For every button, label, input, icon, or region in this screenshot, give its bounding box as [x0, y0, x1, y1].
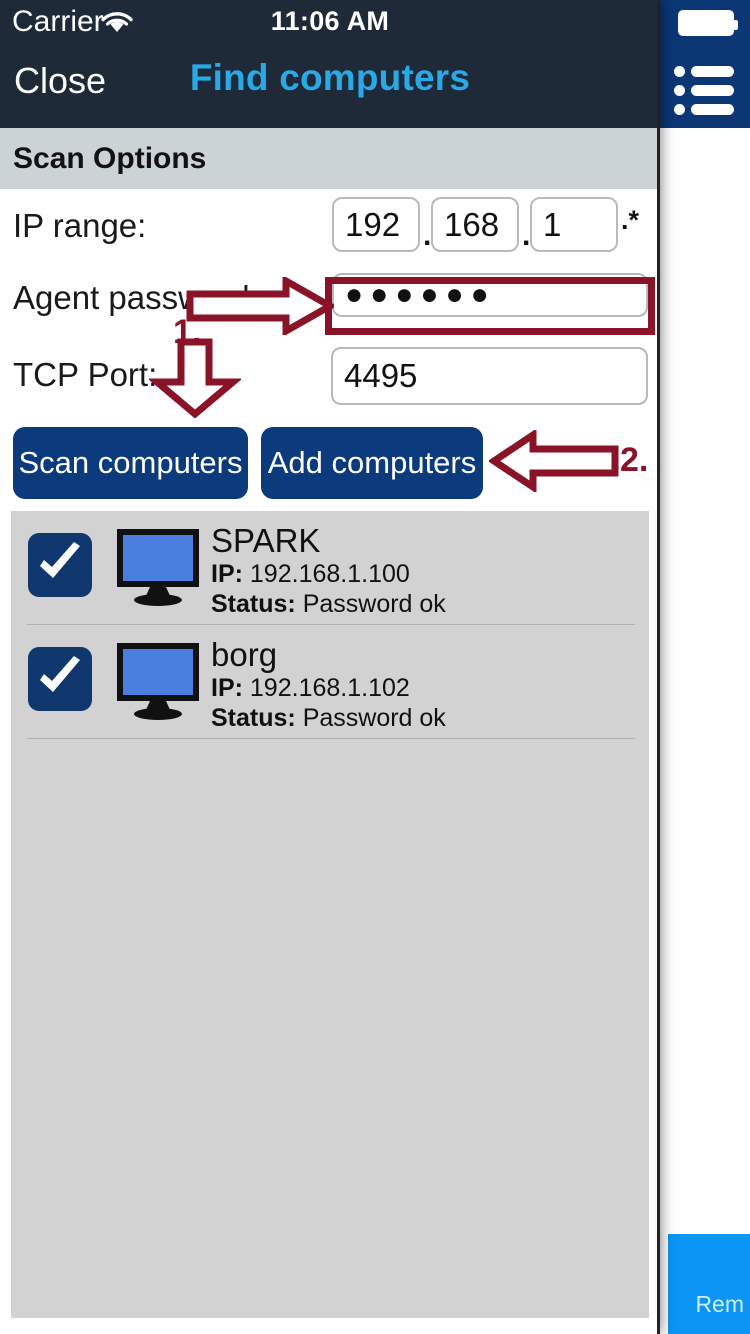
computer-ip: IP: 192.168.1.100: [211, 559, 446, 589]
right-split-panel: Rem: [660, 0, 750, 1334]
ip-octet-1-input[interactable]: 192: [332, 197, 420, 252]
ip-range-label: IP range:: [13, 207, 147, 244]
computer-name: borg: [211, 636, 278, 673]
ip-octet-2-input[interactable]: 168: [431, 197, 519, 252]
monitor-icon: [115, 642, 201, 720]
scan-computers-button[interactable]: Scan computers: [13, 427, 248, 499]
computer-info: borg IP: 192.168.1.102 Status: Password …: [211, 637, 446, 733]
ip-label: IP:: [211, 674, 243, 702]
ip-octet-3-input[interactable]: 1: [530, 197, 618, 252]
status-label: Status:: [211, 590, 296, 618]
status-label: Status:: [211, 704, 296, 732]
password-masked-value: ●●●●●●: [345, 278, 496, 311]
list-item[interactable]: SPARK IP: 192.168.1.100 Status: Password…: [11, 511, 649, 625]
computer-checkbox[interactable]: [28, 647, 92, 711]
scan-options-form: IP range: 192 . 168 . 1 .* Agent passwor…: [0, 189, 657, 509]
scan-options-label: Scan Options: [13, 141, 207, 175]
list-separator: [27, 738, 635, 739]
computer-status: Status: Password ok: [211, 589, 446, 619]
computer-ip: IP: 192.168.1.102: [211, 673, 446, 703]
status-value: Password ok: [302, 590, 446, 618]
ip-value: 192.168.1.102: [249, 674, 410, 702]
agent-password-label: Agent password:: [13, 279, 259, 316]
computer-checkbox[interactable]: [28, 533, 92, 597]
tcp-port-label: TCP Port:: [13, 356, 158, 393]
agent-password-input[interactable]: ●●●●●●: [332, 273, 648, 317]
remove-button-label: Rem: [695, 1291, 744, 1317]
ip-label: IP:: [211, 560, 243, 588]
add-computers-button[interactable]: Add computers: [261, 427, 483, 499]
page-title: Find computers: [189, 57, 471, 98]
ip-value: 192.168.1.100: [249, 560, 410, 588]
list-item[interactable]: borg IP: 192.168.1.102 Status: Password …: [11, 625, 649, 739]
ip-wildcard-label: .*: [621, 205, 640, 235]
add-computers-label: Add computers: [267, 445, 477, 480]
computer-info: SPARK IP: 192.168.1.100 Status: Password…: [211, 523, 446, 619]
remove-button-partial[interactable]: Rem: [668, 1234, 750, 1334]
scan-options-header: Scan Options: [0, 128, 657, 189]
scan-computers-label: Scan computers: [18, 445, 243, 480]
computer-name: SPARK: [211, 522, 321, 559]
find-computers-screen: Carrier 11:06 AM Close Find computers Sc…: [0, 0, 660, 1334]
computer-list[interactable]: SPARK IP: 192.168.1.100 Status: Password…: [11, 511, 649, 1318]
computer-status: Status: Password ok: [211, 703, 446, 733]
monitor-icon: [115, 528, 201, 606]
right-panel-navbar: [660, 0, 750, 128]
status-time: 11:06 AM: [270, 6, 390, 36]
status-bar: Carrier 11:06 AM: [0, 0, 657, 42]
navigation-bar: Close Find computers: [0, 42, 657, 128]
tcp-port-input[interactable]: 4495: [331, 347, 648, 405]
list-menu-icon[interactable]: [674, 66, 734, 116]
battery-full-icon: [678, 10, 738, 36]
status-value: Password ok: [302, 704, 446, 732]
